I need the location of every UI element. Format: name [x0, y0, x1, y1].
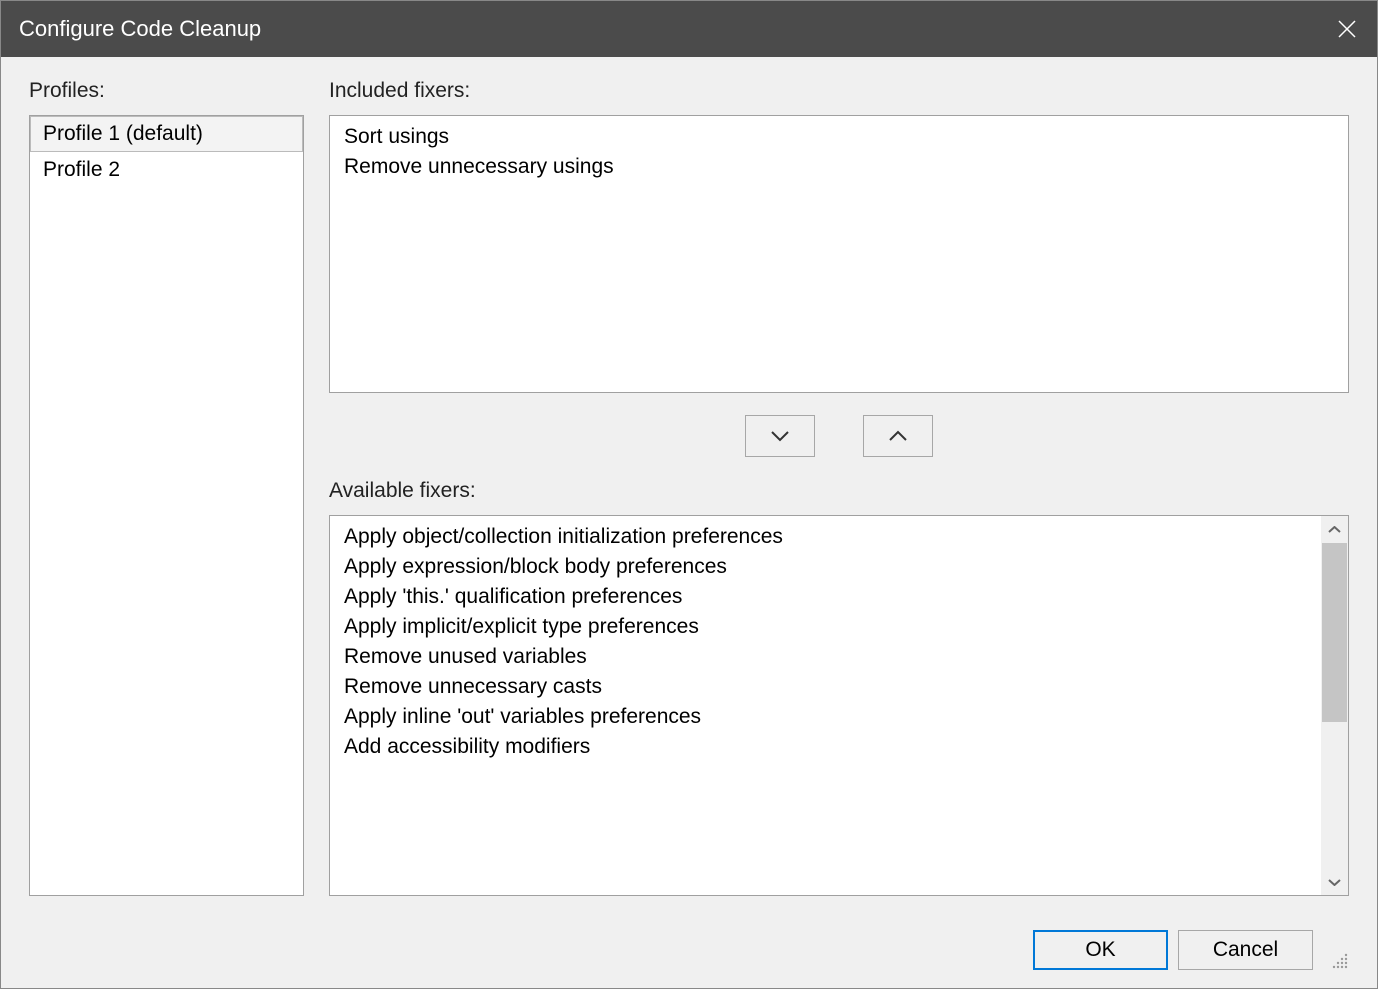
available-fixer-item[interactable]: Apply inline 'out' variables preferences	[330, 702, 1321, 732]
scroll-down-arrow[interactable]	[1321, 868, 1348, 895]
available-section: Available fixers: Apply object/collectio…	[329, 479, 1349, 896]
dialog-content: Profiles: Profile 1 (default) Profile 2 …	[1, 57, 1377, 988]
main-area: Profiles: Profile 1 (default) Profile 2 …	[29, 79, 1349, 896]
button-bar: OK Cancel	[29, 896, 1349, 970]
profiles-listbox[interactable]: Profile 1 (default) Profile 2	[29, 115, 304, 896]
chevron-down-icon	[770, 430, 790, 442]
scrollbar[interactable]	[1321, 516, 1348, 895]
available-fixer-item[interactable]: Apply 'this.' qualification preferences	[330, 582, 1321, 612]
available-fixers-label: Available fixers:	[329, 479, 1349, 503]
included-fixers-label: Included fixers:	[329, 79, 1349, 103]
close-icon	[1338, 20, 1356, 38]
available-fixer-item[interactable]: Apply object/collection initialization p…	[330, 522, 1321, 552]
move-buttons-row	[329, 393, 1349, 479]
chevron-up-icon	[888, 430, 908, 442]
profiles-column: Profiles: Profile 1 (default) Profile 2	[29, 79, 304, 896]
included-fixer-item[interactable]: Sort usings	[330, 122, 1348, 152]
available-fixers-listbox[interactable]: Apply object/collection initialization p…	[330, 516, 1321, 895]
chevron-down-icon	[1328, 878, 1341, 886]
available-fixer-item[interactable]: Apply expression/block body preferences	[330, 552, 1321, 582]
available-fixer-item[interactable]: Apply implicit/explicit type preferences	[330, 612, 1321, 642]
move-up-button[interactable]	[863, 415, 933, 457]
profile-item[interactable]: Profile 1 (default)	[30, 116, 303, 152]
included-fixer-item[interactable]: Remove unnecessary usings	[330, 152, 1348, 182]
cancel-button[interactable]: Cancel	[1178, 930, 1313, 970]
grip-icon	[1329, 950, 1349, 970]
scroll-thumb[interactable]	[1322, 543, 1347, 722]
dialog-window: Configure Code Cleanup Profiles: Profile…	[0, 0, 1378, 989]
profiles-label: Profiles:	[29, 79, 304, 103]
available-fixers-wrap: Apply object/collection initialization p…	[329, 515, 1349, 896]
window-title: Configure Code Cleanup	[19, 16, 261, 42]
chevron-up-icon	[1328, 526, 1341, 534]
close-button[interactable]	[1317, 1, 1377, 57]
available-fixer-item[interactable]: Remove unused variables	[330, 642, 1321, 672]
profile-item[interactable]: Profile 2	[30, 152, 303, 188]
scroll-track[interactable]	[1321, 543, 1348, 868]
included-fixers-listbox[interactable]: Sort usings Remove unnecessary usings	[329, 115, 1349, 393]
move-down-button[interactable]	[745, 415, 815, 457]
fixers-column: Included fixers: Sort usings Remove unne…	[329, 79, 1349, 896]
available-fixer-item[interactable]: Add accessibility modifiers	[330, 732, 1321, 762]
titlebar: Configure Code Cleanup	[1, 1, 1377, 57]
available-fixer-item[interactable]: Remove unnecessary casts	[330, 672, 1321, 702]
resize-grip[interactable]	[1329, 950, 1349, 970]
ok-button[interactable]: OK	[1033, 930, 1168, 970]
scroll-up-arrow[interactable]	[1321, 516, 1348, 543]
